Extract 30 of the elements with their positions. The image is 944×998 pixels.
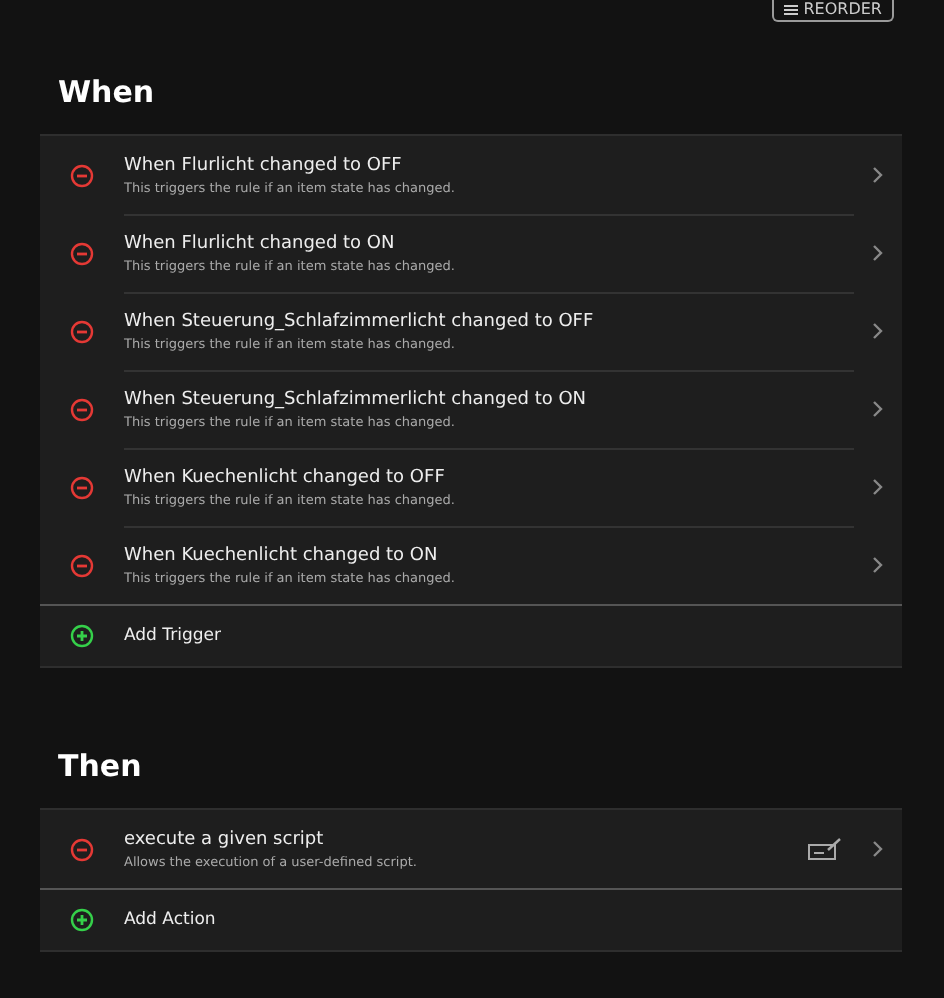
section-heading: When [56, 72, 157, 114]
section-heading: Then [56, 746, 144, 788]
item-title: When Kuechenlicht changed to OFF [124, 468, 447, 488]
item-title: When Flurlicht changed to OFF [124, 155, 404, 175]
item-title: When Flurlicht changed to ON [124, 234, 397, 254]
chevron-icon[interactable] [872, 244, 884, 262]
item-title: When Kuechenlicht changed to ON [124, 546, 440, 566]
remove-icon[interactable] [70, 397, 94, 421]
remove-icon[interactable] [70, 553, 94, 577]
reorder-button[interactable]: REORDER [771, 0, 894, 22]
remove-icon[interactable] [70, 163, 94, 187]
chevron-icon[interactable] [872, 322, 884, 340]
add-button[interactable]: Add Trigger [40, 604, 902, 666]
chevron-icon[interactable] [872, 478, 884, 496]
item-title: When Steuerung_Schlafzimmerlicht changed to ON [124, 390, 589, 410]
chevron-icon[interactable] [872, 166, 884, 184]
remove-icon[interactable] [70, 837, 94, 861]
item-title: execute a given script [124, 829, 326, 849]
add-icon [70, 624, 94, 648]
chevron-icon[interactable] [872, 400, 884, 418]
chevron-icon[interactable] [872, 556, 884, 574]
chevron-icon[interactable] [872, 840, 884, 858]
remove-icon[interactable] [70, 475, 94, 499]
add-button[interactable]: Add Action [40, 888, 902, 950]
remove-icon[interactable] [70, 319, 94, 343]
remove-icon[interactable] [70, 241, 94, 265]
script-editor-icon[interactable] [808, 838, 842, 860]
item-title: When Steuerung_Schlafzimmerlicht changed to OFF [124, 312, 596, 332]
add-icon [70, 908, 94, 932]
reorder-icon [783, 3, 798, 15]
